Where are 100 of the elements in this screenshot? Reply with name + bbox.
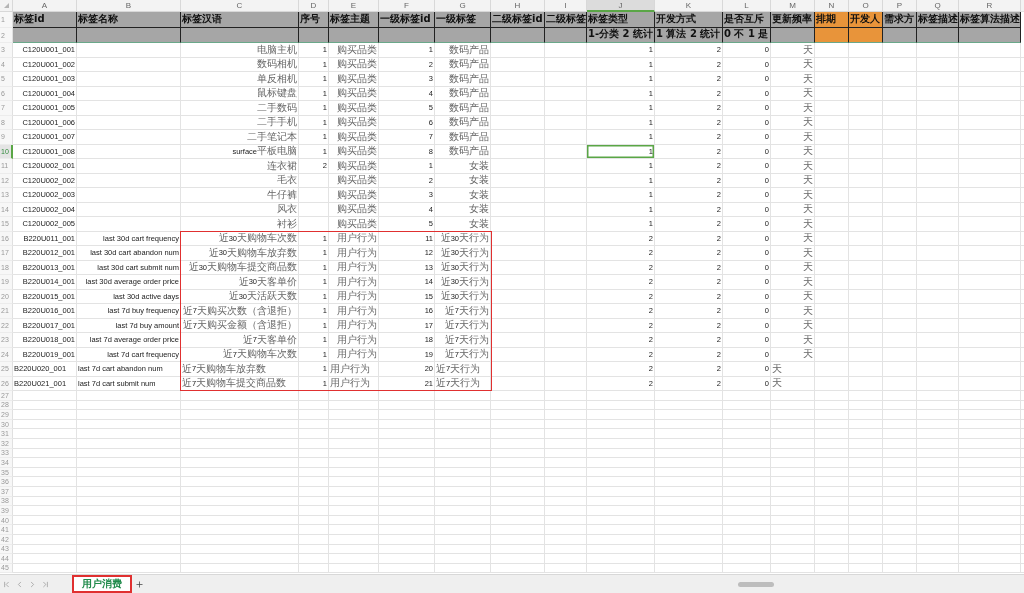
table-cell: 用户行为 [329,362,379,377]
table-cell: 天 [771,43,815,58]
sheet-tab[interactable]: 用户消费 [72,575,132,593]
table-cell: 女装 [435,159,491,174]
first-icon [2,579,11,589]
table-cell: 数码产品 [435,86,491,101]
table-cell: 天 [771,376,815,391]
column-header[interactable]: D [299,0,329,12]
table-cell: 风衣 [181,202,299,217]
table-cell: 衬衫 [181,217,299,232]
table-cell: 用户行为 [329,275,379,290]
table-cell: 购买品类 [329,188,379,203]
table-cell: 天 [771,144,815,159]
header-cell: 一级标签id [379,12,435,28]
table-cell: 天 [771,246,815,261]
table-cell: 数码产品 [435,57,491,72]
header-cell: 二级标签id [491,12,545,28]
header-cell: 更新频率 [771,12,815,28]
table-cell: 电脑主机 [181,43,299,58]
column-header[interactable]: K [655,0,723,12]
column-header[interactable]: C [181,0,299,12]
table-cell: 天 [771,347,815,362]
table-cell: 天 [771,101,815,116]
table-cell: 数码产品 [435,130,491,145]
column-header[interactable]: G [435,0,491,12]
table-cell: 数码产品 [435,144,491,159]
column-header[interactable]: H [491,0,545,12]
table-cell: 购买品类 [329,115,379,130]
table-cell: 用户行为 [329,376,379,391]
column-header[interactable]: E [329,0,379,12]
column-header[interactable]: J [587,0,655,12]
table-cell: 天 [771,318,815,333]
table-cell: 女装 [435,173,491,188]
column-header[interactable]: F [379,0,435,12]
scrollbar-thumb[interactable] [738,581,774,587]
table-cell: 用户行为 [329,318,379,333]
table-cell: 购买品类 [329,72,379,87]
table-cell: 天 [771,260,815,275]
table-cell: 数码相机 [181,57,299,72]
column-header[interactable]: M [771,0,815,12]
plus-icon [135,579,144,589]
table-cell: 购买品类 [329,43,379,58]
header-cell: 标签主题 [329,12,379,28]
table-cell: 购买品类 [329,57,379,72]
column-header[interactable]: A [13,0,77,12]
table-cell: 二手手机 [181,115,299,130]
table-cell: 毛衣 [181,173,299,188]
table-cell: 连衣裙 [181,159,299,174]
header-cell: 标签描述 [917,12,959,28]
table-cell: 用户行为 [329,333,379,348]
table-cell: 女装 [435,188,491,203]
header-cell: 二级标签 [545,12,587,28]
header-cell: 标签算法描述 [959,12,1021,28]
column-header[interactable]: N [815,0,849,12]
table-cell: 购买品类 [329,173,379,188]
table-cell: 用户行为 [329,260,379,275]
table-cell: 天 [771,333,815,348]
header-cell: 开发人 [849,12,883,28]
table-cell: 天 [771,173,815,188]
table-cell: 牛仔裤 [181,188,299,203]
chevron-right-icon [28,579,37,589]
table-cell: 用户行为 [329,246,379,261]
table-cell: 单反相机 [181,72,299,87]
table-cell: 天 [771,188,815,203]
table-cell: 二手数码 [181,101,299,116]
header-cell: 排期 [815,12,849,28]
table-cell: 天 [771,217,815,232]
column-header[interactable]: I [545,0,587,12]
select-all-icon[interactable] [3,3,9,8]
header-cell: 一级标签 [435,12,491,28]
table-cell: 天 [771,130,815,145]
header-cell: 需求方 [883,12,917,28]
column-header[interactable]: P [883,0,917,12]
table-cell: 天 [771,289,815,304]
table-cell: 购买品类 [329,86,379,101]
column-header[interactable]: L [723,0,771,12]
table-cell: 数码产品 [435,101,491,116]
table-cell: 女装 [435,202,491,217]
table-cell: 用户行为 [329,304,379,319]
column-header[interactable]: R [959,0,1021,12]
column-header[interactable]: B [77,0,181,12]
header-cell: 1 算法 2 统计 [655,28,723,43]
table-cell: 购买品类 [329,144,379,159]
table-cell: 购买品类 [329,202,379,217]
table-cell: 天 [771,231,815,246]
table-cell: 天 [771,159,815,174]
header-cell: 标签汉语 [181,12,299,28]
column-header[interactable]: O [849,0,883,12]
table-cell: 数码产品 [435,115,491,130]
header-cell: 0 不 1 是 [723,28,771,43]
header-cell: 序号 [299,12,329,28]
last-icon [41,579,50,589]
table-cell: 购买品类 [329,130,379,145]
header-cell: 标签名称 [77,12,181,28]
table-cell: 鼠标键盘 [181,86,299,101]
table-cell: 用户行为 [329,347,379,362]
column-header[interactable]: Q [917,0,959,12]
table-cell: 天 [771,86,815,101]
table-cell: 二手笔记本 [181,130,299,145]
table-cell: 天 [771,115,815,130]
